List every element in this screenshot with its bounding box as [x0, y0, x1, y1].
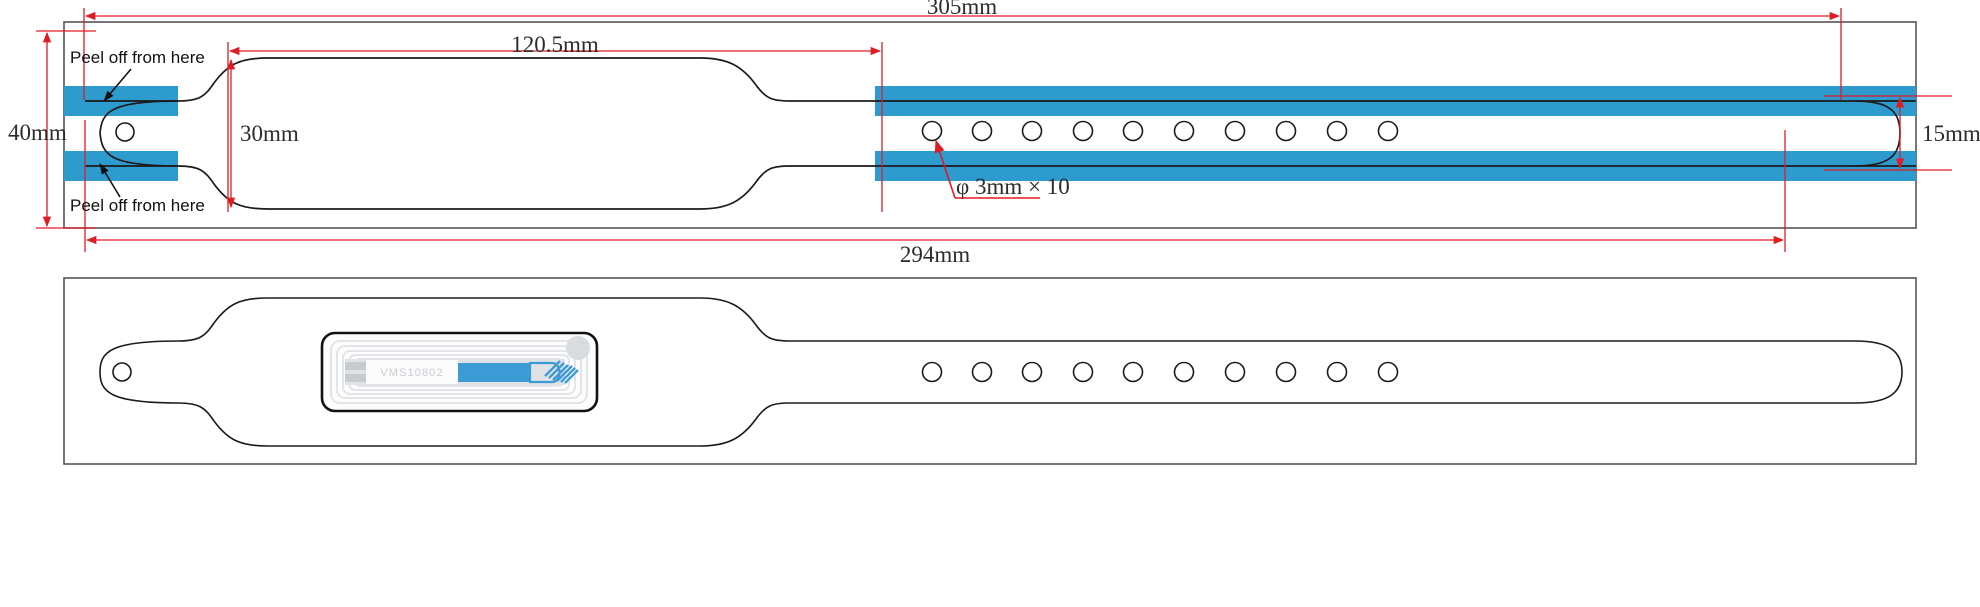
adjustment-hole — [1021, 120, 1043, 142]
adjustment-hole — [1377, 120, 1399, 142]
dimension-strap-height-label: 15mm — [1922, 121, 1980, 146]
adjustment-hole — [1326, 120, 1348, 142]
rfid-inlay: VMS10802 — [320, 331, 599, 413]
adjustment-hole — [1377, 361, 1399, 383]
dimension-inner-length-label: 294mm — [900, 242, 970, 267]
adjustment-hole — [1275, 120, 1297, 142]
dimension-tag-height-label: 30mm — [240, 121, 299, 146]
drawing-canvas: 305mm 120.5mm 40mm 30mm 15mm 294mm φ 3mm… — [0, 0, 1980, 607]
adjustment-hole — [1224, 120, 1246, 142]
adjustment-hole — [1224, 361, 1246, 383]
bottom-view: VMS10802 — [63, 277, 1917, 465]
top-view: 305mm 120.5mm 40mm 30mm 15mm 294mm φ 3mm… — [8, 0, 1980, 267]
adjustment-hole — [1173, 361, 1195, 383]
adjustment-hole — [971, 361, 993, 383]
technical-drawing-svg: 305mm 120.5mm 40mm 30mm 15mm 294mm φ 3mm… — [8, 0, 1980, 465]
adjustment-hole — [1326, 361, 1348, 383]
top-view-tag-hole — [115, 122, 135, 142]
peel-off-label-bottom: Peel off from here — [70, 196, 205, 215]
adjustment-hole — [1275, 361, 1297, 383]
bottom-view-tag-hole — [112, 362, 132, 382]
dimension-overall-length-label: 305mm — [927, 0, 997, 19]
dimension-tag-length-label: 120.5mm — [511, 32, 599, 57]
hole-spec-label: φ 3mm × 10 — [956, 174, 1070, 199]
adjustment-hole — [1072, 361, 1094, 383]
rfid-inlay-label: VMS10802 — [380, 367, 443, 379]
dimension-band-width-label: 40mm — [8, 120, 67, 145]
adjustment-hole — [1072, 120, 1094, 142]
peel-off-label-top: Peel off from here — [70, 48, 205, 67]
adjustment-hole — [1173, 120, 1195, 142]
rfid-antenna-pad — [566, 336, 590, 360]
adjustment-hole — [921, 361, 943, 383]
adjustment-hole — [1122, 361, 1144, 383]
rfid-trace-bar — [458, 363, 530, 382]
adjustment-hole — [971, 120, 993, 142]
adjustment-hole — [921, 120, 943, 142]
rfid-left-contact-2 — [345, 374, 366, 382]
rfid-left-contact — [345, 362, 366, 370]
adjustment-hole — [1122, 120, 1144, 142]
adjustment-hole — [1021, 361, 1043, 383]
